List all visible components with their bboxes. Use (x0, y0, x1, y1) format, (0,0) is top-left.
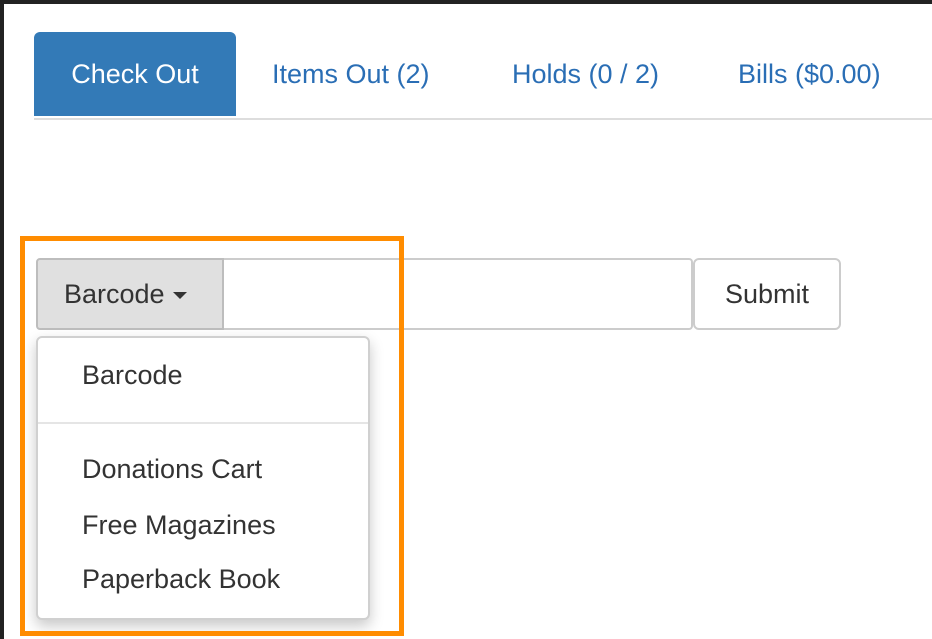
tab-holds[interactable]: Holds (0 / 2) (512, 32, 659, 116)
dropdown-menu: Barcode Donations Cart Free Magazines Pa… (36, 336, 370, 620)
menu-item-paperback-book[interactable]: Paperback Book (82, 564, 280, 595)
menu-item-free-magazines[interactable]: Free Magazines (82, 510, 276, 541)
tab-check-out[interactable]: Check Out (34, 32, 236, 116)
submit-button[interactable]: Submit (693, 258, 841, 330)
tab-items-out[interactable]: Items Out (2) (272, 32, 430, 116)
tab-bar: Check Out Items Out (2) Holds (0 / 2) Bi… (34, 32, 932, 120)
menu-divider (38, 422, 368, 424)
barcode-input[interactable] (224, 258, 693, 330)
tab-bills[interactable]: Bills ($0.00) (738, 32, 881, 116)
caret-down-icon (172, 292, 187, 300)
menu-item-donations-cart[interactable]: Donations Cart (82, 454, 262, 485)
menu-item-barcode[interactable]: Barcode (82, 360, 183, 391)
barcode-type-dropdown-button[interactable]: Barcode (36, 258, 224, 330)
checkout-input-group: Barcode (36, 258, 693, 330)
dropdown-button-label: Barcode (64, 279, 165, 309)
